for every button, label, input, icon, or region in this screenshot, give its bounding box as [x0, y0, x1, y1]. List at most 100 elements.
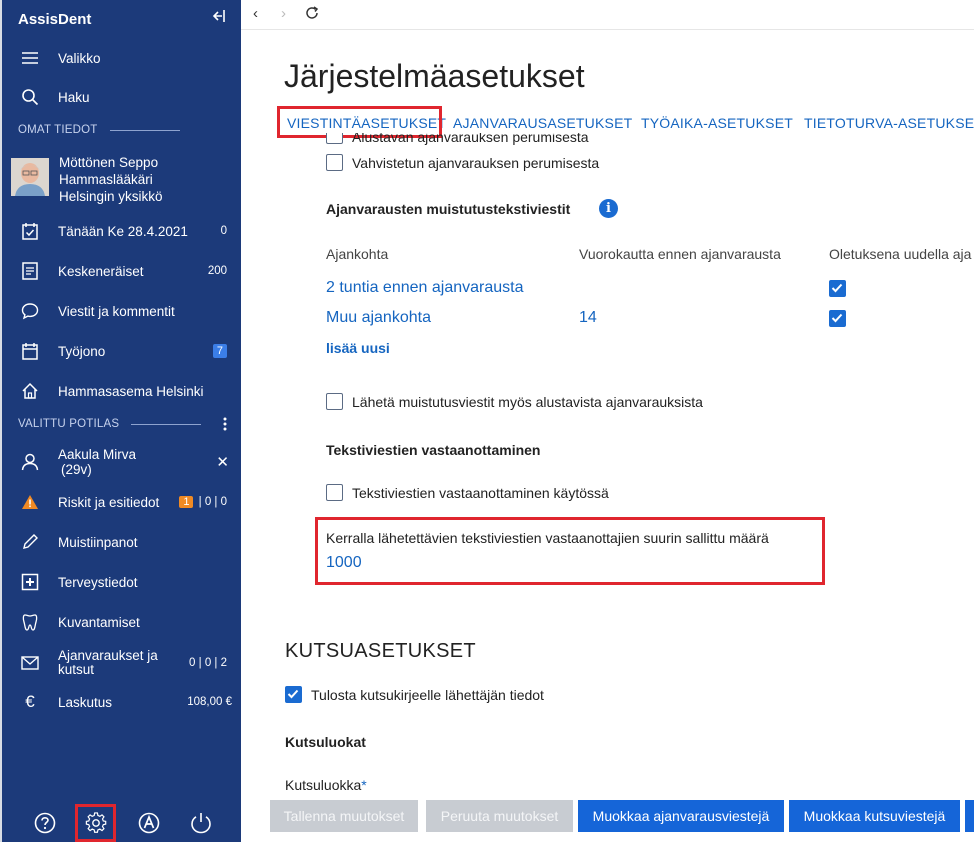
cancel-preliminary-checkbox[interactable] — [326, 133, 343, 144]
sidebar-item-clinic[interactable]: Hammasasema Helsinki — [2, 372, 241, 410]
sidebar-item-label: Muistiinpanot — [58, 534, 138, 550]
sidebar-item-label: Viestit ja kommentit — [58, 303, 175, 319]
hamburger-icon — [20, 48, 40, 68]
info-icon[interactable]: i — [599, 199, 618, 218]
cancel-confirmed-checkbox[interactable] — [326, 154, 343, 171]
sidebar-item-unfinished[interactable]: Keskeneräiset 200 — [2, 252, 241, 290]
print-sender-label: Tulosta kutsukirjeelle lähettäjän tiedot — [311, 687, 544, 703]
selected-patient[interactable]: Aakula Mirva (29v) ✕ — [2, 442, 241, 482]
patient-more-icon[interactable] — [218, 416, 232, 432]
own-info-section: OMAT TIEDOT — [18, 124, 180, 136]
user-role: Hammaslääkäri — [59, 172, 153, 187]
sidebar-item-risks[interactable]: Riskit ja esitiedot 1 | 0 | 0 — [2, 483, 241, 521]
class-label: Kutsuluokka — [285, 777, 362, 793]
sidebar-item-label: Terveystiedot — [58, 574, 138, 590]
sidebar-item-appointments[interactable]: Ajanvaraukset ja kutsut 0 | 0 | 2 — [2, 643, 241, 683]
reminder-row-days[interactable]: 14 — [579, 309, 597, 327]
sidebar-item-label: Keskeneräiset — [58, 263, 144, 279]
app-logo: AssisDent — [18, 11, 92, 28]
main-panel: ‹ › Järjestelmäasetukset VIESTINTÄASETUK… — [241, 0, 974, 842]
browser-nav: ‹ › — [241, 0, 974, 30]
receiving-enabled-label: Tekstiviestien vastaanottaminen käytössä — [352, 485, 609, 501]
print-sender-checkbox[interactable] — [285, 686, 302, 703]
col-days: Vuorokautta ennen ajanvarausta — [579, 246, 781, 262]
sidebar-item-label: Työjono — [58, 343, 106, 359]
settings-highlight — [75, 804, 116, 842]
add-new-link[interactable]: lisää uusi — [326, 340, 390, 356]
also-preliminary-label: Lähetä muistutusviestit myös alustavista… — [352, 394, 703, 410]
cancel-button[interactable]: Peruuta muutokset — [426, 800, 573, 832]
user-unit: Helsingin yksikkö — [59, 189, 163, 204]
sidebar-item-imaging[interactable]: Kuvantamiset — [2, 603, 241, 641]
sidebar-item-health[interactable]: Terveystiedot — [2, 563, 241, 601]
sidebar-item-count: 0 | 0 | 2 — [189, 657, 227, 669]
invitations-heading: KUTSUASETUKSET — [285, 640, 476, 662]
patient-section: VALITTU POTILAS — [18, 418, 202, 430]
reminder-row-when[interactable]: 2 tuntia ennen ajanvarausta — [326, 279, 523, 297]
edit-invite-messages-button[interactable]: Muokkaa kutsuviestejä — [789, 800, 960, 832]
back-icon[interactable]: ‹ — [253, 5, 258, 22]
accessibility-icon[interactable] — [136, 810, 162, 836]
patient-age: (29v) — [61, 462, 92, 477]
sidebar-item-label: Laskutus — [58, 694, 113, 710]
sidebar-item-label: Kuvantamiset — [58, 614, 140, 630]
search-label: Haku — [58, 89, 90, 105]
tab-worktime[interactable]: TYÖAIKA-ASETUKSET — [641, 115, 793, 131]
risk-count-rest: | 0 | 0 — [198, 496, 227, 508]
calendar-check-icon — [20, 221, 40, 241]
user-profile[interactable]: Möttönen Seppo Hammaslääkäri Helsingin y… — [2, 152, 241, 208]
avatar — [11, 158, 49, 196]
sidebar-item-label: Ajanvaraukset ja kutsut — [58, 648, 158, 677]
power-icon[interactable] — [188, 810, 214, 836]
reminder-default-checkbox[interactable] — [829, 280, 846, 297]
euro-icon: € — [25, 692, 35, 711]
risk-counts: 1 | 0 | 0 — [179, 496, 227, 508]
sidebar-bottom-bar — [2, 804, 241, 842]
patient-name: Aakula Mirva — [58, 447, 137, 462]
sidebar-item-notes[interactable]: Muistiinpanot — [2, 523, 241, 561]
home-icon — [20, 381, 40, 401]
sidebar-item-count: 0 — [220, 225, 227, 237]
cancel-confirmed-label: Vahvistetun ajanvarauksen perumisesta — [352, 155, 600, 171]
save-button[interactable]: Tallenna muutokset — [270, 800, 418, 832]
envelope-icon — [20, 653, 40, 673]
sidebar-item-count: 200 — [207, 265, 227, 277]
chat-bubble-icon — [20, 301, 40, 321]
more-actions-button[interactable] — [965, 800, 974, 832]
sidebar: AssisDent Valikko Haku OMAT TIEDOT Möttö… — [0, 0, 241, 842]
menu-button[interactable]: Valikko — [2, 39, 241, 77]
pencil-icon — [20, 532, 40, 552]
medical-cross-icon — [20, 572, 40, 592]
also-preliminary-checkbox[interactable] — [326, 393, 343, 410]
own-info-heading: OMAT TIEDOT — [18, 124, 98, 136]
reminder-default-checkbox[interactable] — [829, 310, 846, 327]
person-icon — [20, 452, 40, 472]
refresh-icon[interactable] — [305, 6, 319, 24]
sidebar-item-messages[interactable]: Viestit ja kommentit — [2, 292, 241, 330]
tab-security[interactable]: TIETOTURVA-ASETUKSET — [804, 115, 974, 131]
collapse-sidebar-icon[interactable] — [210, 9, 228, 27]
receiving-enabled-checkbox[interactable] — [326, 484, 343, 501]
reminder-row-when[interactable]: Muu ajankohta — [326, 309, 431, 327]
action-bar: Tallenna muutokset Peruuta muutokset Muo… — [241, 800, 974, 842]
patient-section-heading: VALITTU POTILAS — [18, 418, 120, 430]
tab-booking[interactable]: AJANVARAUSASETUKSET — [453, 115, 632, 131]
classes-heading: Kutsuluokat — [285, 734, 366, 750]
edit-booking-messages-button[interactable]: Muokkaa ajanvarausviestejä — [578, 800, 784, 832]
class-field-label: Kutsuluokka* — [285, 777, 367, 793]
forward-icon[interactable]: › — [281, 5, 286, 22]
worklist-badge: 7 — [212, 344, 227, 358]
user-name: Möttönen Seppo — [59, 155, 159, 170]
tooth-icon — [20, 612, 40, 632]
sidebar-item-today[interactable]: Tänään Ke 28.4.2021 0 — [2, 212, 241, 250]
close-patient-icon[interactable]: ✕ — [216, 453, 229, 471]
patient-info: Aakula Mirva (29v) — [58, 447, 216, 477]
document-icon — [20, 261, 40, 281]
sidebar-item-worklist[interactable]: Työjono 7 — [2, 332, 241, 370]
page-title: Järjestelmäasetukset — [284, 58, 585, 94]
menu-label: Valikko — [58, 50, 101, 66]
col-when: Ajankohta — [326, 246, 389, 262]
sidebar-item-billing[interactable]: € Laskutus 108,00 € — [2, 683, 241, 721]
search-button[interactable]: Haku — [2, 78, 241, 116]
help-icon[interactable] — [32, 810, 58, 836]
